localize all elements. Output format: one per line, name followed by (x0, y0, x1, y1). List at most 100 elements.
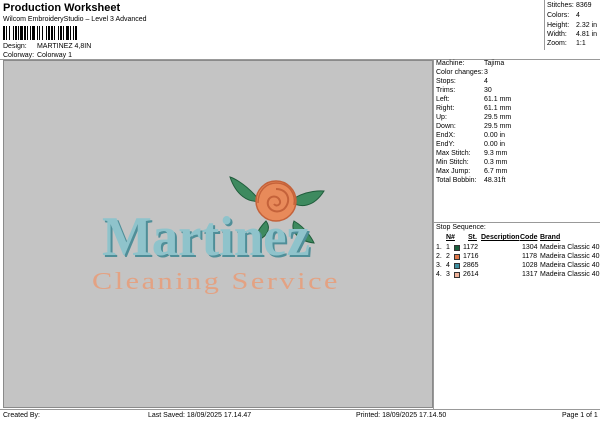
stop-code: 1304 (522, 244, 538, 251)
width-row: Width: 4.81 in (547, 31, 597, 38)
zoom-row: Zoom: 1:1 (547, 40, 586, 47)
printed-date: Printed: 18/09/2025 17.14.50 (356, 412, 447, 419)
thread-color-swatch (454, 272, 460, 278)
total-bobbin-label: Total Bobbin: (436, 177, 477, 184)
barcode-bar (77, 26, 78, 40)
stop-index: 4. (436, 271, 442, 278)
colors-row: Colors: 4 (547, 12, 580, 19)
stop-code: 1317 (522, 271, 538, 278)
thread-color-swatch (454, 245, 460, 251)
height-row: Height: 2.32 in (547, 22, 597, 29)
stop-stitches: 2865 (463, 262, 479, 269)
colors-value: 4 (576, 12, 580, 19)
stop-brand: Madeira Classic 40 (540, 244, 600, 251)
stop-row: 4. 3 2614 1317 Madeira Classic 40 (436, 271, 600, 280)
up-row: Up: 29.5 mm (436, 114, 511, 121)
color-changes-label: Color changes: (436, 69, 484, 76)
left-leaf (229, 176, 261, 202)
total-bobbin-value: 48.31ft (484, 177, 506, 184)
min-stitch-value: 0.3 mm (484, 159, 508, 166)
right-value: 61.1 mm (484, 105, 512, 112)
color-changes-row: Color changes:3 (436, 69, 488, 76)
max-stitch-label: Max Stitch: (436, 150, 471, 157)
machine-value: Tajima (484, 60, 505, 67)
colorway-label: Colorway: (3, 52, 35, 59)
stop-needle: 2 (446, 253, 450, 260)
martinez-text: Martinez (102, 206, 310, 268)
stops-label: Stops: (436, 78, 456, 85)
total-bobbin-row: Total Bobbin: 48.31ft (436, 177, 505, 184)
embroidery-design: Martinez Martinez Cleaning Service (92, 176, 340, 295)
down-value: 29.5 mm (484, 123, 512, 130)
stop-brand: Madeira Classic 40 (540, 253, 600, 260)
width-label: Width: (547, 31, 567, 38)
width-value: 4.81 in (576, 31, 598, 38)
cleaning-service-text: Cleaning Service (92, 269, 340, 295)
min-stitch-row: Min Stitch: 0.3 mm (436, 159, 507, 166)
header-code: Code (520, 234, 538, 241)
down-row: Down: 29.5 mm (436, 123, 511, 130)
footer-divider (0, 409, 600, 410)
last-saved: Last Saved: 18/09/2025 17.14.47 (148, 412, 252, 419)
height-label: Height: (547, 22, 570, 29)
zoom-value: 1:1 (576, 40, 586, 47)
software-name: Wilcom EmbroideryStudio – Level 3 Advanc… (3, 16, 147, 23)
stops-row: Stops: 4 (436, 78, 488, 85)
left-row: Left: 61.1 mm (436, 96, 511, 103)
stop-row: 3. 4 2865 1028 Madeira Classic 40 (436, 262, 600, 271)
stop-row: 2. 2 1716 1178 Madeira Classic 40 (436, 253, 600, 262)
endx-label: EndX: (436, 132, 456, 139)
endy-value: 0.00 in (484, 141, 506, 148)
stitches-value: 8369 (576, 2, 592, 9)
left-value: 61.1 mm (484, 96, 512, 103)
min-stitch-label: Min Stitch: (436, 159, 469, 166)
thread-color-swatch (454, 254, 460, 260)
max-jump-value: 6.7 mm (484, 168, 508, 175)
stop-needle: 4 (446, 262, 450, 269)
max-stitch-value: 9.3 mm (484, 150, 508, 157)
stop-index: 2. (436, 253, 442, 260)
design-label: Design: (3, 43, 27, 50)
header-brand: Brand (540, 234, 561, 241)
zoom-label: Zoom: (547, 40, 567, 47)
up-label: Up: (436, 114, 447, 121)
stop-row: 1. 1 1172 1304 Madeira Classic 40 (436, 244, 600, 253)
design-preview[interactable]: Martinez Martinez Cleaning Service (3, 60, 433, 408)
stitches-label: Stitches: (547, 2, 574, 9)
stop-needle: 1 (446, 244, 450, 251)
trims-value: 30 (484, 87, 492, 94)
worksheet-title: Production Worksheet (3, 2, 121, 14)
trims-row: Trims: 30 (436, 87, 492, 94)
machine-label: Machine: (436, 60, 465, 67)
colorway-row: Colorway: Colorway 1 (3, 52, 72, 59)
stop-stitches: 1716 (463, 253, 479, 260)
stop-code: 1028 (522, 262, 538, 269)
stop-brand: Madeira Classic 40 (540, 271, 600, 278)
stop-needle: 3 (446, 271, 450, 278)
right-label: Right: (436, 105, 455, 112)
endy-label: EndY: (436, 141, 455, 148)
stop-stitches: 1172 (463, 244, 479, 251)
max-stitch-row: Max Stitch: 9.3 mm (436, 150, 507, 157)
machine-row: Machine: Tajima (436, 60, 504, 67)
stop-sequence-divider (434, 222, 600, 223)
created-by: Created By: (3, 412, 40, 419)
height-value: 2.32 in (576, 22, 598, 29)
colors-label: Colors: (547, 12, 570, 19)
max-jump-label: Max Jump: (436, 168, 471, 175)
header-n: N# (446, 234, 455, 241)
stop-brand: Madeira Classic 40 (540, 262, 600, 269)
trims-label: Trims: (436, 87, 456, 94)
stop-code: 1178 (522, 253, 538, 260)
design-barcode (3, 26, 118, 40)
design-row: Design: MARTINEZ 4,8IN (3, 43, 91, 50)
endx-row: EndX: 0.00 in (436, 132, 505, 139)
stop-sequence-title: Stop Sequence: (436, 224, 486, 231)
design-value: MARTINEZ 4,8IN (36, 43, 92, 50)
down-label: Down: (436, 123, 456, 130)
endx-value: 0.00 in (484, 132, 506, 139)
stop-stitches: 2614 (463, 271, 479, 278)
stops-value: 4 (484, 78, 488, 85)
stop-index: 3. (436, 262, 442, 269)
header-st: St. (468, 234, 477, 241)
